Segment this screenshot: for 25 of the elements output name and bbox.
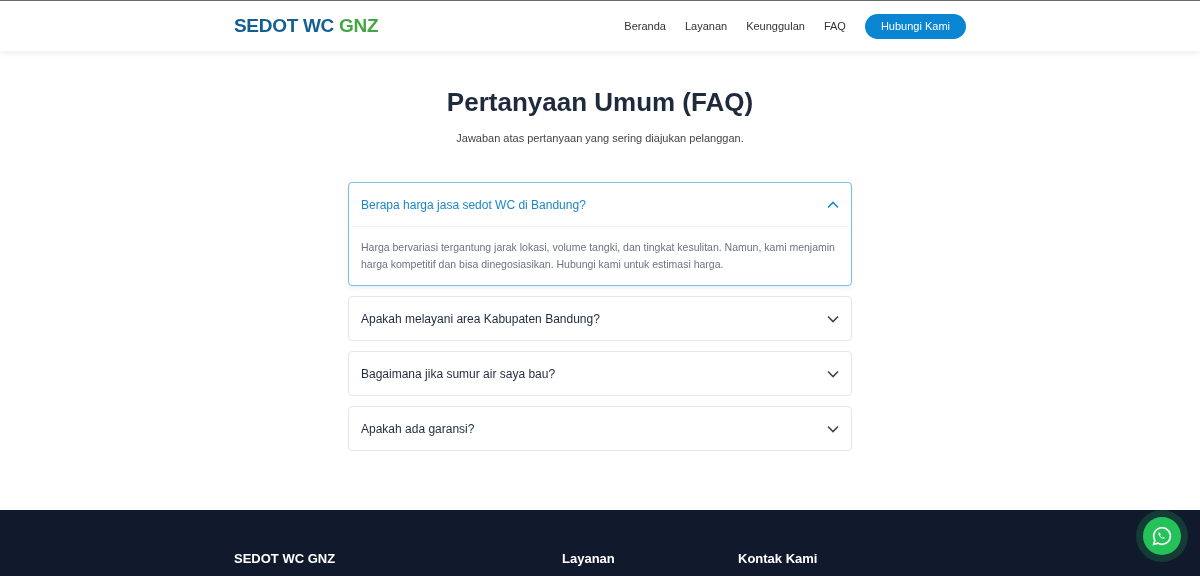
chevron-up-icon <box>827 200 839 209</box>
faq-item[interactable]: Apakah melayani area Kabupaten Bandung? <box>348 296 852 341</box>
section-title: Pertanyaan Umum (FAQ) <box>446 87 754 118</box>
footer-heading: Layanan <box>562 551 616 566</box>
logo[interactable]: SEDOT WC GNZ <box>234 15 379 37</box>
nav-link[interactable]: Keunggulan <box>746 20 805 32</box>
chevron-down-icon <box>827 314 839 323</box>
footer-heading: SEDOT WC GNZ <box>234 551 337 566</box>
faq-question: Bagaimana jika sumur air saya bau? <box>361 366 556 381</box>
faq-item[interactable]: Apakah ada garansi? <box>348 406 852 451</box>
faq-item[interactable]: Bagaimana jika sumur air saya bau? <box>348 351 852 396</box>
faq-item[interactable] <box>348 182 852 286</box>
footer-heading: Kontak Kami <box>738 551 819 566</box>
chat-icon <box>1151 525 1173 547</box>
chevron-down-icon <box>827 369 839 378</box>
faq-answer: Harga bervariasi tergantung jarak lokasi, volume tangki, dan tingkat kesulitan. Namun, kami menjamin harga kompetitif dan bisa dinegosiasikan. Hubungi kami untuk estimasi harga. <box>349 226 851 285</box>
chevron-down-icon <box>827 424 839 433</box>
section-subtitle: Jawaban atas pertanyaan yang sering diajukan pelanggan. <box>456 132 744 144</box>
nav-link[interactable]: Layanan <box>684 20 728 32</box>
faq-question: Apakah ada garansi? <box>361 421 475 436</box>
nav-link[interactable]: Beranda <box>624 20 666 32</box>
nav-link[interactable]: FAQ <box>823 20 846 32</box>
faq-question: Berapa harga jasa sedot WC di Bandung? <box>361 197 586 212</box>
contact-button[interactable]: Hubungi Kami <box>864 13 966 39</box>
faq-question: Apakah melayani area Kabupaten Bandung? <box>361 311 600 326</box>
